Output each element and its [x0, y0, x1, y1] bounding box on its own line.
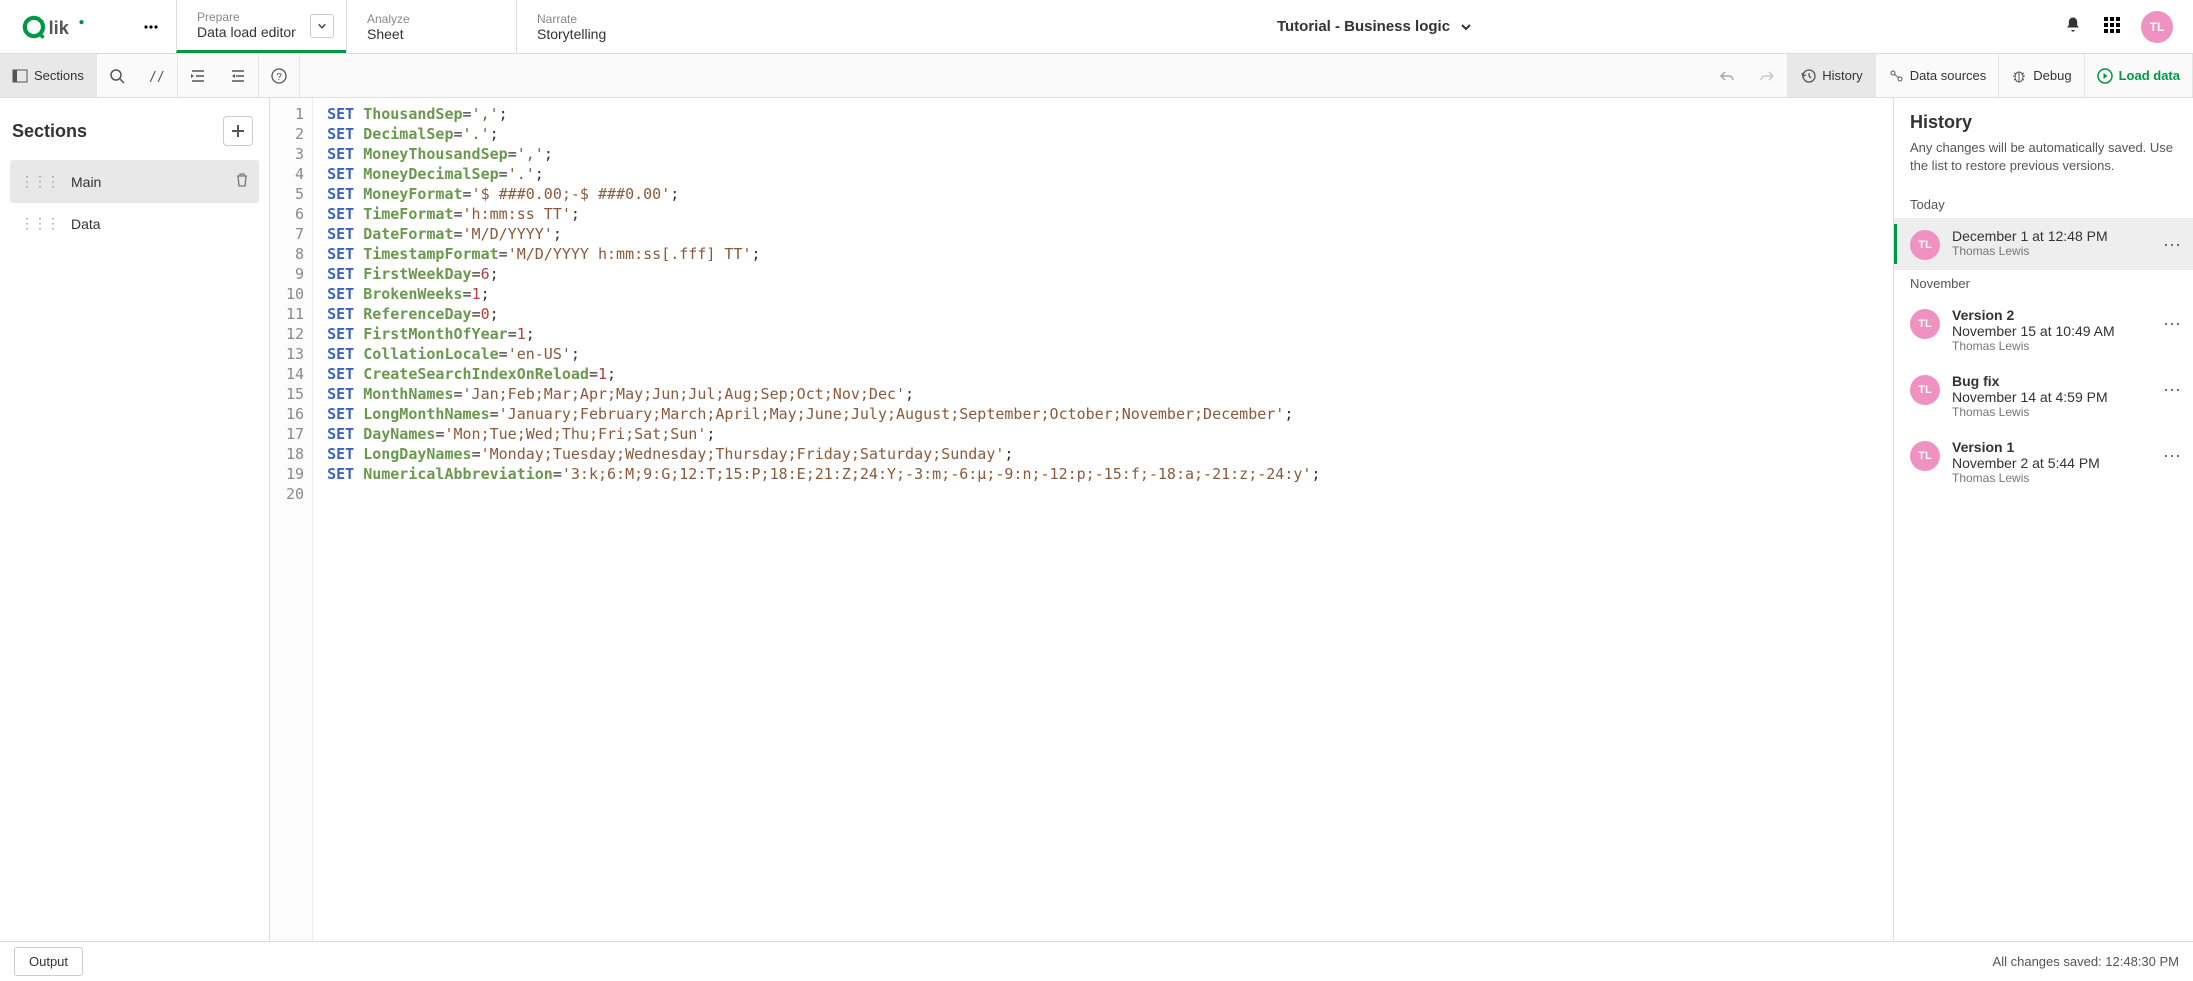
data-sources-button[interactable]: Data sources: [1876, 54, 1999, 97]
debug-button[interactable]: Debug: [1999, 54, 2083, 97]
tab-narrate[interactable]: Narrate Storytelling: [516, 0, 686, 53]
section-name: Data: [71, 216, 101, 232]
history-item-title: Version 2: [1952, 307, 2151, 323]
history-avatar: TL: [1910, 309, 1940, 339]
history-title: History: [1894, 112, 2193, 139]
history-button[interactable]: History: [1788, 54, 1874, 97]
undo-button[interactable]: [1707, 54, 1747, 97]
drag-handle-icon[interactable]: ⋮⋮⋮: [20, 173, 59, 190]
top-bar: lik Prepare Data load editor Analyze She…: [0, 0, 2193, 54]
load-data-label: Load data: [2119, 68, 2180, 83]
panel-left-icon: [12, 68, 28, 84]
global-menu-button[interactable]: [126, 0, 176, 53]
comment-icon: //: [149, 68, 165, 84]
footer: Output All changes saved: 12:48:30 PM: [0, 941, 2193, 981]
bell-icon[interactable]: [2063, 15, 2083, 38]
line-gutter: 1234567891011121314151617181920: [270, 98, 313, 941]
data-sources-icon: [1888, 68, 1904, 84]
history-item-user: Thomas Lewis: [1952, 471, 2151, 485]
history-avatar: TL: [1910, 230, 1940, 260]
tab-narrate-sub: Storytelling: [537, 26, 606, 42]
tab-prepare-head: Prepare: [197, 10, 296, 24]
history-item-menu-icon[interactable]: ⋯: [2163, 228, 2181, 254]
main-area: Sections ⋮⋮⋮ Main ⋮⋮⋮ Data 1234567891011121…: [0, 98, 2193, 941]
section-item-data[interactable]: ⋮⋮⋮ Data: [10, 203, 259, 244]
debug-label: Debug: [2033, 68, 2071, 83]
qlik-logo[interactable]: lik: [0, 0, 126, 53]
history-group-label: Today: [1894, 191, 2193, 218]
tab-prepare-sub: Data load editor: [197, 24, 296, 40]
history-item-time: November 14 at 4:59 PM: [1952, 389, 2151, 405]
history-item-menu-icon[interactable]: ⋯: [2163, 307, 2181, 333]
section-name: Main: [71, 174, 101, 190]
history-item-user: Thomas Lewis: [1952, 244, 2151, 258]
tab-analyze-sub: Sheet: [367, 26, 410, 42]
app-title[interactable]: Tutorial - Business logic: [686, 0, 2063, 53]
tab-analyze[interactable]: Analyze Sheet: [346, 0, 516, 53]
save-status: All changes saved: 12:48:30 PM: [1993, 954, 2179, 969]
sections-toggle-label: Sections: [34, 68, 84, 83]
plus-icon: [231, 124, 245, 138]
waffle-icon[interactable]: [2103, 16, 2121, 37]
comment-button[interactable]: //: [137, 54, 177, 97]
history-item-title: Version 1: [1952, 439, 2151, 455]
help-icon: ?: [271, 68, 287, 84]
history-item[interactable]: TL Version 1November 2 at 5:44 PMThomas L…: [1894, 429, 2193, 495]
outdent-button[interactable]: [218, 54, 258, 97]
history-item-title: Bug fix: [1952, 373, 2151, 389]
history-item-time: November 15 at 10:49 AM: [1952, 323, 2151, 339]
trash-icon[interactable]: [235, 172, 249, 191]
svg-text:lik: lik: [49, 18, 70, 38]
section-item-main[interactable]: ⋮⋮⋮ Main: [10, 160, 259, 203]
history-panel: History Any changes will be automaticall…: [1893, 98, 2193, 941]
add-section-button[interactable]: [223, 116, 253, 146]
sections-panel: Sections ⋮⋮⋮ Main ⋮⋮⋮ Data: [0, 98, 270, 941]
outdent-icon: [230, 68, 246, 84]
history-item-user: Thomas Lewis: [1952, 339, 2151, 353]
data-sources-label: Data sources: [1910, 68, 1987, 83]
svg-text:?: ?: [276, 72, 282, 83]
history-item[interactable]: TL Version 2November 15 at 10:49 AMThomas…: [1894, 297, 2193, 363]
prepare-dropdown-icon[interactable]: [310, 14, 334, 38]
indent-button[interactable]: [178, 54, 218, 97]
chevron-down-icon: [1460, 21, 1472, 33]
history-item-time: November 2 at 5:44 PM: [1952, 455, 2151, 471]
history-item[interactable]: TL Bug fixNovember 14 at 4:59 PMThomas Le…: [1894, 363, 2193, 429]
drag-handle-icon[interactable]: ⋮⋮⋮: [20, 215, 59, 232]
output-button[interactable]: Output: [14, 947, 83, 976]
history-item-time: December 1 at 12:48 PM: [1952, 228, 2151, 244]
svg-text://: //: [149, 70, 165, 84]
tab-prepare[interactable]: Prepare Data load editor: [176, 0, 346, 53]
history-item-menu-icon[interactable]: ⋯: [2163, 373, 2181, 399]
play-icon: [2097, 68, 2113, 84]
history-avatar: TL: [1910, 441, 1940, 471]
undo-icon: [1719, 68, 1735, 84]
load-data-button[interactable]: Load data: [2085, 54, 2192, 97]
tab-narrate-head: Narrate: [537, 12, 606, 26]
code-editor[interactable]: 1234567891011121314151617181920 SET Thou…: [270, 98, 1893, 941]
search-button[interactable]: [97, 54, 137, 97]
history-button-label: History: [1822, 68, 1862, 83]
app-title-text: Tutorial - Business logic: [1277, 18, 1450, 35]
tab-analyze-head: Analyze: [367, 12, 410, 26]
indent-icon: [190, 68, 206, 84]
history-item[interactable]: TL December 1 at 12:48 PMThomas Lewis ⋯: [1894, 218, 2193, 270]
toggle-sections-panel[interactable]: Sections: [0, 54, 96, 97]
editor-toolbar: Sections // ? History: [0, 54, 2193, 98]
history-hint: Any changes will be automatically saved.…: [1894, 139, 2193, 191]
redo-icon: [1759, 68, 1775, 84]
history-group-label: November: [1894, 270, 2193, 297]
history-icon: [1800, 68, 1816, 84]
code-content[interactable]: SET ThousandSep=',';SET DecimalSep='.';S…: [313, 98, 1334, 941]
redo-button[interactable]: [1747, 54, 1787, 97]
history-avatar: TL: [1910, 375, 1940, 405]
search-icon: [109, 68, 125, 84]
history-item-menu-icon[interactable]: ⋯: [2163, 439, 2181, 465]
user-avatar[interactable]: TL: [2141, 11, 2173, 43]
bug-icon: [2011, 68, 2027, 84]
sections-title: Sections: [12, 121, 87, 142]
history-item-user: Thomas Lewis: [1952, 405, 2151, 419]
help-button[interactable]: ?: [259, 54, 299, 97]
